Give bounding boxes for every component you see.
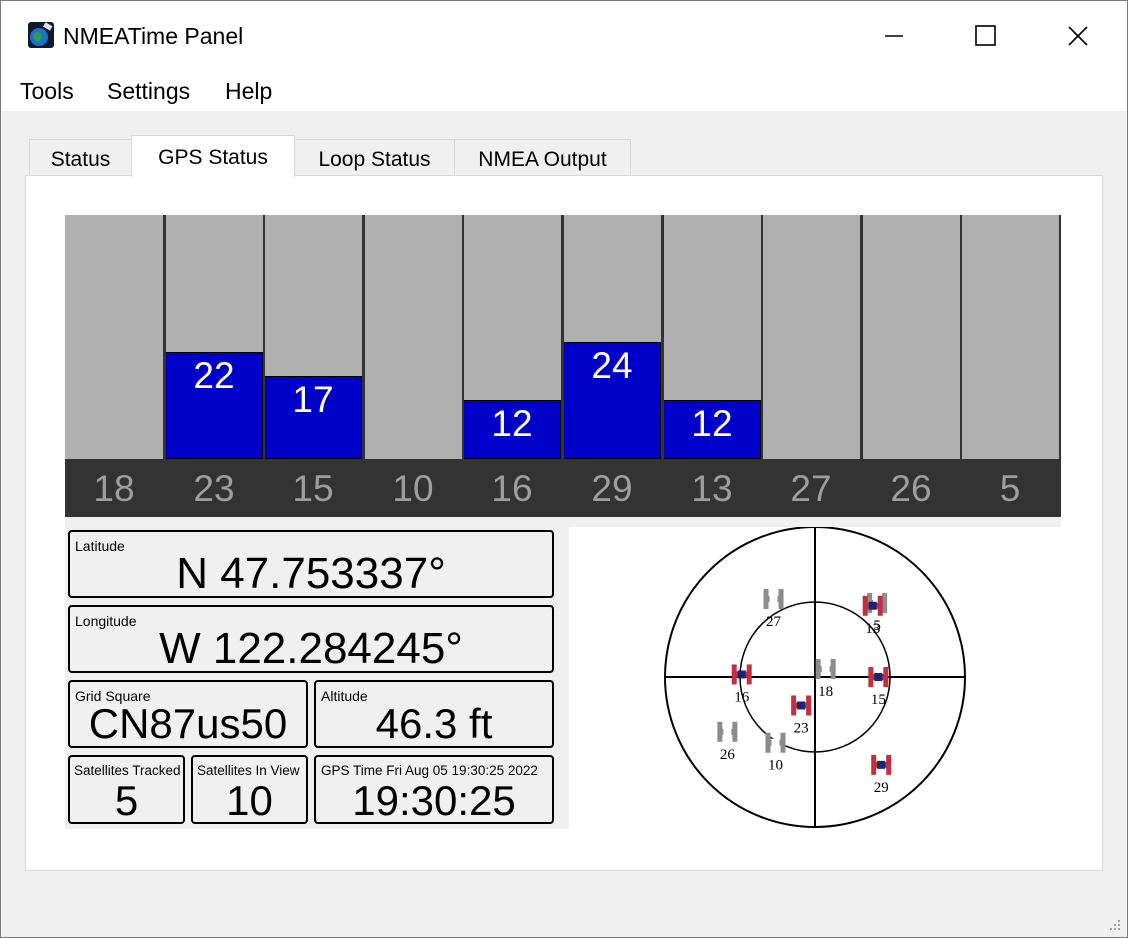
signal-fill-13: 12 — [663, 400, 761, 459]
menu-settings[interactable]: Settings — [107, 78, 190, 105]
gps-time-box: GPS Time Fri Aug 05 19:30:25 2022 19:30:… — [314, 755, 554, 824]
prn-label-27: 27 — [790, 468, 832, 509]
satellite-label-10: 10 — [768, 758, 783, 774]
close-icon — [1068, 26, 1088, 46]
signal-fill-29: 24 — [563, 342, 661, 459]
prn-label-29: 29 — [591, 468, 633, 509]
prn-label-15: 15 — [292, 468, 334, 509]
menu-bar: Tools Settings Help — [1, 71, 1127, 111]
app-window: NMEATime Panel Tools Settings Help Statu… — [0, 0, 1128, 938]
signal-bar-27 — [762, 215, 860, 459]
maximize-icon — [975, 25, 996, 46]
satellite-label-26: 26 — [720, 747, 736, 763]
close-button[interactable] — [1031, 1, 1123, 71]
gps-time-value: 19:30:25 — [352, 777, 516, 824]
satellite-label-23: 23 — [794, 720, 809, 736]
snr-label-29: 24 — [591, 345, 633, 386]
satellite-26: 26 — [717, 721, 738, 763]
tab-status[interactable]: Status — [29, 139, 132, 175]
grid-square-value: CN87us50 — [88, 700, 288, 747]
bar-separator — [960, 215, 962, 459]
menu-help[interactable]: Help — [225, 78, 272, 105]
snr-label-16: 12 — [491, 403, 533, 444]
signal-bar-10 — [364, 215, 462, 459]
prn-label-18: 18 — [93, 468, 135, 509]
prn-label-16: 16 — [491, 468, 533, 509]
tab-nmea-output[interactable]: NMEA Output — [454, 139, 631, 175]
satellite-23: 23 — [791, 695, 812, 736]
position-info: Latitude N 47.753337° Longitude W 122.28… — [65, 527, 569, 829]
prn-label-23: 23 — [193, 468, 235, 509]
latitude-box: Latitude N 47.753337° — [68, 530, 554, 598]
minimize-icon — [885, 35, 903, 37]
satellite-label-16: 16 — [734, 689, 750, 705]
signal-strength-chart: 18 22 23 17 15 10 12 16 24 29 12 13 27 26 5 — [65, 215, 1061, 517]
maximize-button[interactable] — [939, 1, 1031, 71]
resize-grip-icon[interactable] — [1107, 917, 1121, 931]
satellite-16: 16 — [731, 664, 752, 705]
altitude-box: Altitude 46.3 ft — [314, 680, 554, 748]
satellite-29: 29 — [871, 754, 892, 796]
satellite-label-27: 27 — [766, 614, 782, 630]
sky-view: 27 5 13 16 18 15 23 26 10 29 — [569, 526, 1061, 829]
satellite-15: 15 — [868, 667, 889, 708]
signal-fill-23: 22 — [165, 352, 263, 459]
bar-separator — [164, 215, 166, 459]
app-icon — [28, 22, 54, 48]
satellites-tracked-label: Satellites Tracked — [74, 763, 181, 778]
altitude-value: 46.3 ft — [375, 700, 493, 747]
satellites-in-view-value: 10 — [226, 777, 273, 824]
signal-bar-26 — [862, 215, 960, 459]
satellite-label-15: 15 — [871, 692, 886, 708]
title-bar: NMEATime Panel — [1, 1, 1127, 71]
signal-bar-13: 12 — [663, 215, 761, 459]
grid-square-box: Grid Square CN87us50 — [68, 680, 308, 748]
gps-time-label: GPS Time Fri Aug 05 19:30:25 2022 — [321, 763, 538, 778]
tab-gps-status[interactable]: GPS Status — [131, 135, 295, 177]
satellites-tracked-value: 5 — [114, 777, 139, 824]
bar-separator — [562, 215, 564, 459]
satellites-tracked-box: Satellites Tracked 5 — [68, 755, 185, 824]
longitude-box: Longitude W 122.284245° — [68, 605, 554, 673]
satellite-label-18: 18 — [818, 684, 833, 700]
satellite-label-29: 29 — [874, 780, 889, 796]
longitude-value: W 122.284245° — [159, 624, 463, 673]
bar-separator — [761, 215, 763, 459]
snr-label-13: 12 — [691, 403, 733, 444]
signal-fill-16: 12 — [463, 400, 561, 459]
signal-bar-23: 22 — [165, 215, 263, 459]
satellite-label-13: 13 — [865, 621, 880, 637]
signal-fill-15: 17 — [264, 376, 362, 459]
menu-tools[interactable]: Tools — [20, 78, 74, 105]
satellite-27: 27 — [763, 589, 784, 630]
satellites-in-view-label: Satellites In View — [197, 763, 300, 778]
satellite-13: 13 — [862, 595, 883, 637]
satellites-in-view-box: Satellites In View 10 — [191, 755, 308, 824]
signal-bar-5 — [961, 215, 1059, 459]
signal-bar-16: 12 — [463, 215, 561, 459]
signal-bar-29: 24 — [563, 215, 661, 459]
bar-separator — [861, 215, 863, 459]
prn-label-5: 5 — [999, 468, 1021, 509]
bar-separator — [662, 215, 664, 459]
bar-separator — [462, 215, 464, 459]
satellite-10: 10 — [765, 732, 786, 774]
signal-bar-18 — [65, 215, 163, 459]
satellite-18: 18 — [815, 658, 836, 700]
snr-label-23: 22 — [193, 355, 235, 396]
chart-divider — [65, 517, 1061, 527]
snr-label-15: 17 — [292, 379, 334, 420]
prn-label-13: 13 — [691, 468, 733, 509]
signal-bar-15: 17 — [264, 215, 362, 459]
prn-label-10: 10 — [392, 468, 434, 509]
window-title: NMEATime Panel — [63, 23, 244, 49]
prn-label-26: 26 — [890, 468, 932, 509]
minimize-button[interactable] — [847, 1, 939, 71]
sky-plot: 27 51316 181523261029 — [664, 526, 966, 828]
bar-separator — [263, 215, 265, 459]
tab-loop-status[interactable]: Loop Status — [294, 139, 455, 175]
latitude-value: N 47.753337° — [176, 549, 446, 598]
bar-separator — [363, 215, 365, 459]
